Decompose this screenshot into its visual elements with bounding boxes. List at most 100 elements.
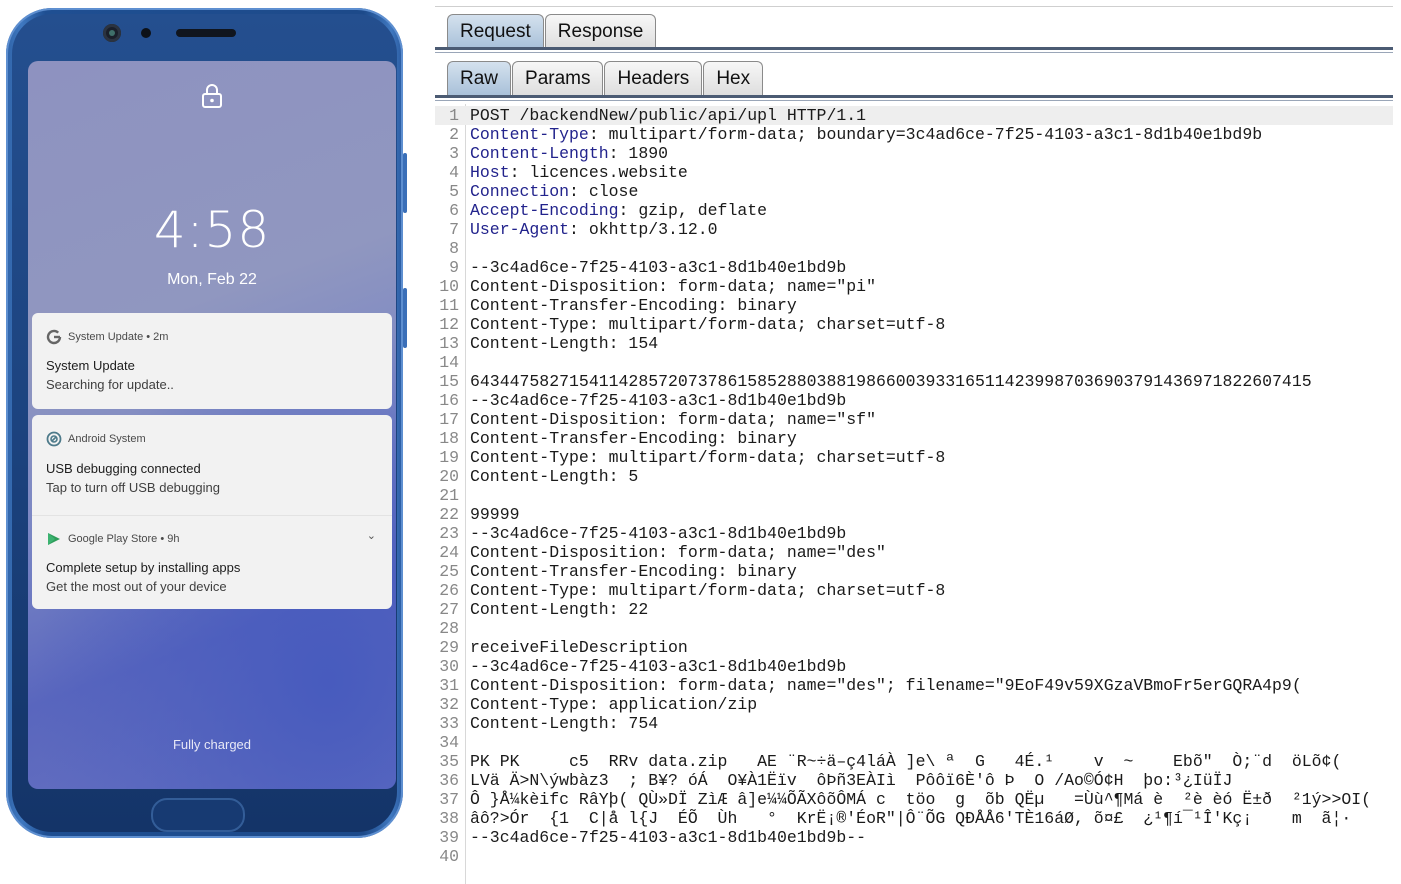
- line-number: 2: [449, 125, 459, 144]
- front-camera-icon: [103, 24, 121, 42]
- line-number: 35: [439, 752, 459, 771]
- code-line[interactable]: 26 Content-Type: multipart/form-data; cha…: [435, 581, 1393, 600]
- code-line[interactable]: 21: [435, 486, 1393, 505]
- code-line[interactable]: 8: [435, 239, 1393, 258]
- line-number: 39: [439, 828, 459, 847]
- line-number: 40: [439, 847, 459, 866]
- code-line[interactable]: 6 Accept-Encoding: gzip, deflate: [435, 201, 1393, 220]
- line-number: 9: [449, 258, 459, 277]
- code-line[interactable]: 28: [435, 619, 1393, 638]
- header-value: : gzip, deflate: [618, 201, 768, 220]
- tab-headers[interactable]: Headers: [604, 61, 703, 95]
- code-line[interactable]: 7 User-Agent: okhttp/3.12.0: [435, 220, 1393, 239]
- lock-icon: [202, 84, 222, 108]
- code-line[interactable]: 39 --3c4ad6ce-7f25-4103-a3c1-8d1b40e1bd9b…: [435, 828, 1393, 847]
- code-line[interactable]: 33 Content-Length: 754: [435, 714, 1393, 733]
- play-store-icon: [48, 533, 60, 545]
- line-number: 14: [439, 353, 459, 372]
- code-line[interactable]: 17 Content-Disposition: form-data; name="…: [435, 410, 1393, 429]
- code-line[interactable]: 18 Content-Transfer-Encoding: binary: [435, 429, 1393, 448]
- line-content: Content-Length: 22: [470, 600, 649, 619]
- notification-system-update[interactable]: System Update • 2m System Update Searchi…: [32, 313, 392, 409]
- line-content: User-Agent: okhttp/3.12.0: [470, 220, 718, 239]
- code-line[interactable]: 4 Host: licences.website: [435, 163, 1393, 182]
- code-line[interactable]: 27 Content-Length: 22: [435, 600, 1393, 619]
- code-line[interactable]: 10 Content-Disposition: form-data; name="…: [435, 277, 1393, 296]
- code-line[interactable]: 19 Content-Type: multipart/form-data; cha…: [435, 448, 1393, 467]
- code-line[interactable]: 11 Content-Transfer-Encoding: binary: [435, 296, 1393, 315]
- line-content: Content-Transfer-Encoding: binary: [470, 562, 797, 581]
- code-line[interactable]: 30 --3c4ad6ce-7f25-4103-a3c1-8d1b40e1bd9b: [435, 657, 1393, 676]
- code-line[interactable]: 3 Content-Length: 1890: [435, 144, 1393, 163]
- code-line[interactable]: 1 POST /backendNew/public/api/upl HTTP/1.…: [435, 106, 1393, 125]
- line-number: 10: [439, 277, 459, 296]
- tab-bar-underline: [435, 95, 1393, 98]
- tab-bar-underline: [435, 47, 1393, 50]
- notification-app-label: Google Play Store • 9h: [68, 533, 180, 545]
- code-line[interactable]: 38 âô?>Ór {1 C|å l{J ÉÕ Ùh ° KrË¡®'ÉoR"|Ô…: [435, 809, 1393, 828]
- line-content: Content-Disposition: form-data; name="de…: [470, 543, 886, 562]
- code-line[interactable]: 12 Content-Type: multipart/form-data; cha…: [435, 315, 1393, 334]
- line-content: Content-Transfer-Encoding: binary: [470, 429, 797, 448]
- line-number: 22: [439, 505, 459, 524]
- code-line[interactable]: 15 64344758271541142857207378615852880388…: [435, 372, 1393, 391]
- tab-raw[interactable]: Raw: [447, 61, 512, 95]
- tab-hex[interactable]: Hex: [703, 61, 764, 95]
- chevron-down-icon[interactable]: ⌄: [367, 529, 376, 542]
- tab-response[interactable]: Response: [544, 14, 657, 48]
- header-name: Content-Type: [470, 125, 589, 144]
- line-number: 33: [439, 714, 459, 733]
- code-line[interactable]: 36 LVä Ä>N\ýwbàz3 ; B¥? óÁ O¥À1Ëïv ôÞñ3EÀ…: [435, 771, 1393, 790]
- line-content: Content-Type: multipart/form-data; chars…: [470, 315, 946, 334]
- line-content: Connection: close: [470, 182, 638, 201]
- line-content: Content-Length: 154: [470, 334, 659, 353]
- line-number: 29: [439, 638, 459, 657]
- code-line[interactable]: 40: [435, 847, 1393, 866]
- code-line[interactable]: 35 PK PK c5 RRv data.zip AE ¨R~÷ä–ç4láÀ ]…: [435, 752, 1393, 771]
- line-content: Content-Disposition: form-data; name="sf…: [470, 410, 876, 429]
- code-line[interactable]: 20 Content-Length: 5: [435, 467, 1393, 486]
- code-line[interactable]: 25 Content-Transfer-Encoding: binary: [435, 562, 1393, 581]
- header-name: User-Agent: [470, 220, 570, 239]
- code-line[interactable]: 34: [435, 733, 1393, 752]
- notification-header: Google Play Store • 9h: [46, 531, 179, 547]
- raw-request-editor[interactable]: 1 POST /backendNew/public/api/upl HTTP/1.…: [435, 104, 1393, 884]
- header-value: : close: [569, 182, 639, 201]
- line-number: 25: [439, 562, 459, 581]
- code-line[interactable]: 9 --3c4ad6ce-7f25-4103-a3c1-8d1b40e1bd9b: [435, 258, 1393, 277]
- notification-body[interactable]: Tap to turn off USB debugging: [46, 480, 220, 495]
- line-number: 31: [439, 676, 459, 695]
- line-content: PK PK c5 RRv data.zip AE ¨R~÷ä–ç4láÀ ]e\…: [470, 752, 1342, 771]
- line-number: 6: [449, 201, 459, 220]
- line-number: 4: [449, 163, 459, 182]
- line-number: 34: [439, 733, 459, 752]
- line-content: Content-Type: multipart/form-data; bound…: [470, 125, 1262, 144]
- home-button[interactable]: [151, 798, 245, 832]
- code-line[interactable]: 32 Content-Type: application/zip: [435, 695, 1393, 714]
- code-line[interactable]: 23 --3c4ad6ce-7f25-4103-a3c1-8d1b40e1bd9b: [435, 524, 1393, 543]
- notification-title[interactable]: Complete setup by installing apps: [46, 560, 240, 575]
- code-line[interactable]: 29 receiveFileDescription: [435, 638, 1393, 657]
- line-number: 15: [439, 372, 459, 391]
- code-line[interactable]: 16 --3c4ad6ce-7f25-4103-a3c1-8d1b40e1bd9b: [435, 391, 1393, 410]
- notification-body[interactable]: Get the most out of your device: [46, 579, 227, 594]
- code-line[interactable]: 37 Ô }Å¼kèifc RâYþ( QÙ»DÏ ZìÆ â]e¼¼ÕÃXôõÔ…: [435, 790, 1393, 809]
- code-line[interactable]: 5 Connection: close: [435, 182, 1393, 201]
- header-value: : multipart/form-data; boundary=3c4ad6ce…: [588, 125, 1263, 144]
- tab-params[interactable]: Params: [512, 61, 604, 95]
- code-line[interactable]: 2 Content-Type: multipart/form-data; boun…: [435, 125, 1393, 144]
- divider: [435, 52, 1393, 53]
- line-content: POST /backendNew/public/api/upl HTTP/1.1: [470, 106, 867, 125]
- code-line[interactable]: 24 Content-Disposition: form-data; name="…: [435, 543, 1393, 562]
- line-number: 28: [439, 619, 459, 638]
- line-content: Content-Length: 5: [470, 467, 639, 486]
- divider: [435, 6, 1393, 7]
- code-line[interactable]: 13 Content-Length: 154: [435, 334, 1393, 353]
- code-line[interactable]: 31 Content-Disposition: form-data; name="…: [435, 676, 1393, 695]
- code-line[interactable]: 14: [435, 353, 1393, 372]
- tab-request[interactable]: Request: [447, 14, 544, 48]
- line-content: Content-Type: multipart/form-data; chars…: [470, 448, 946, 467]
- notification-title[interactable]: USB debugging connected: [46, 461, 201, 476]
- code-line[interactable]: 22 99999: [435, 505, 1393, 524]
- line-content: Content-Length: 1890: [470, 144, 668, 163]
